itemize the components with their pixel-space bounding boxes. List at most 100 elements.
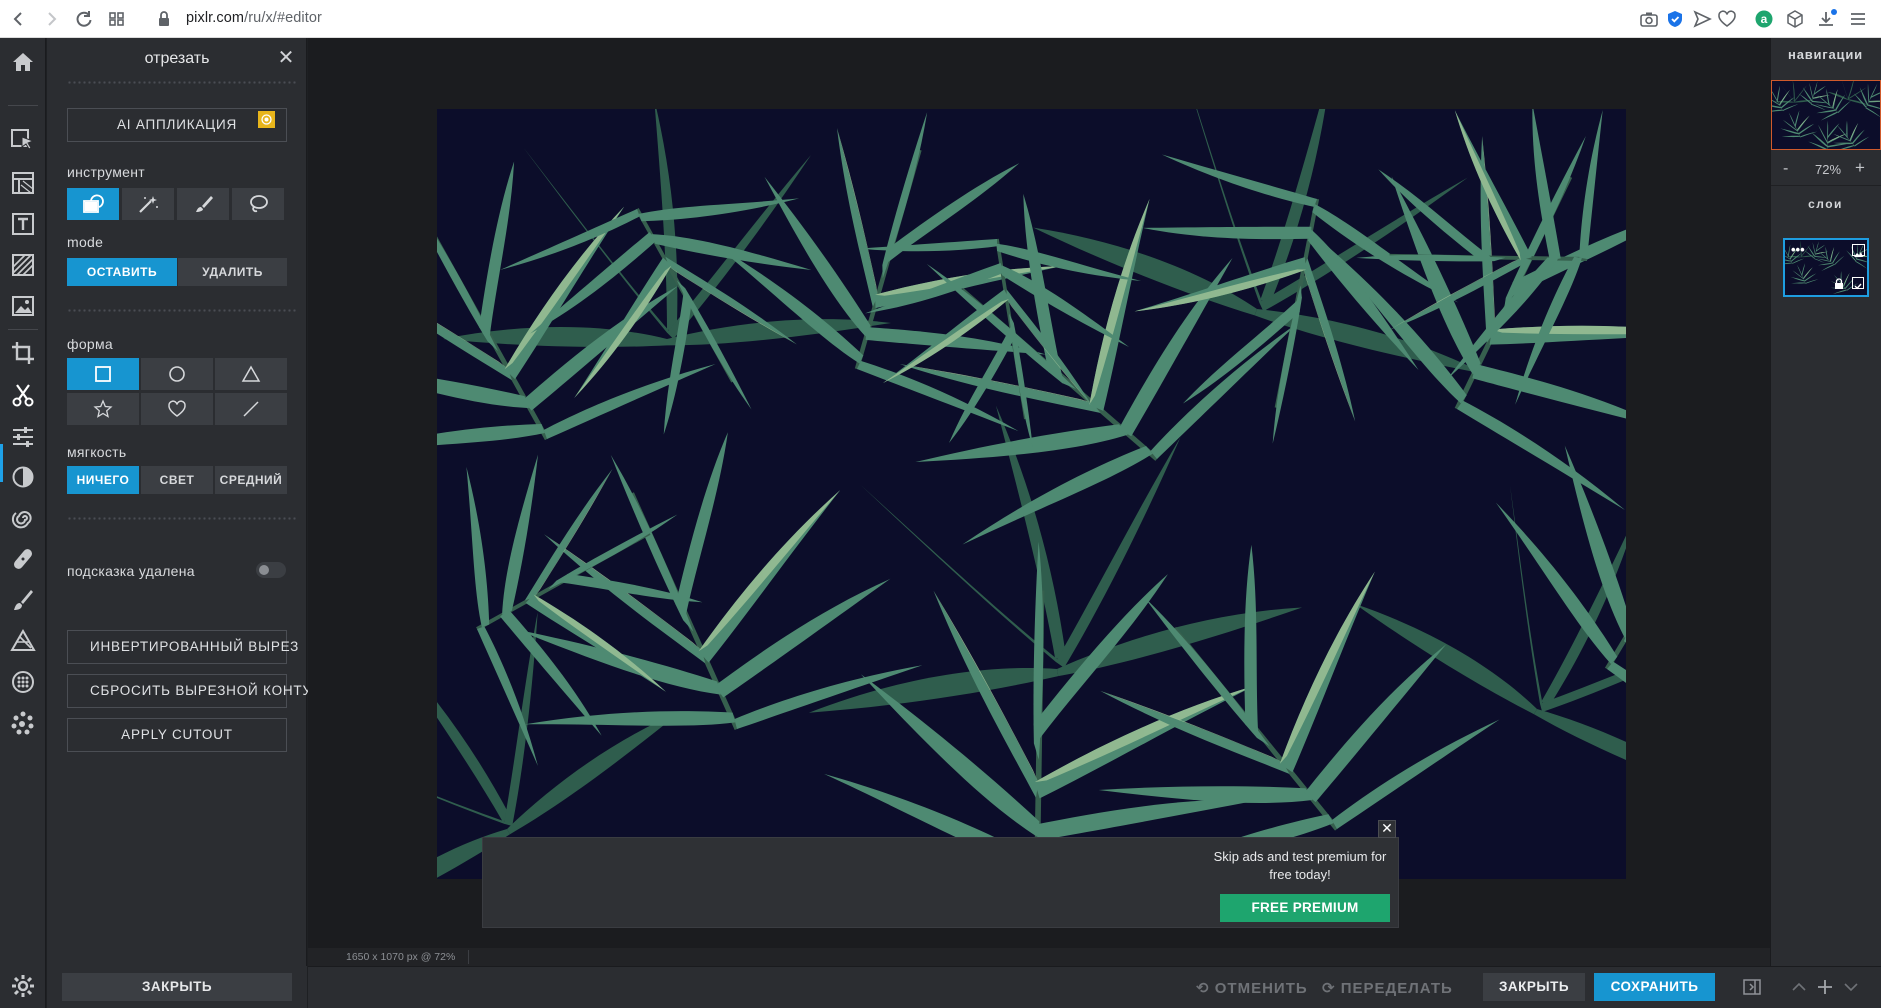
tab-grid-icon[interactable] (106, 8, 128, 30)
mode-label: mode (67, 234, 104, 250)
shape-circle[interactable] (141, 358, 213, 390)
address-bar[interactable]: pixlr.com/ru/x/#editor (186, 10, 322, 26)
shape-line[interactable] (215, 393, 287, 425)
hint-toggle[interactable] (256, 562, 286, 578)
magic-wand-icon (139, 196, 158, 213)
softness-light[interactable]: СВЕТ (141, 466, 213, 494)
svg-text:a: a (1761, 12, 1768, 26)
chevron-down-icon[interactable] (1841, 977, 1861, 997)
apply-cutout-button[interactable]: APPLY CUTOUT (67, 718, 287, 752)
softness-none[interactable]: НИЧЕГО (67, 466, 139, 494)
navigator-thumbnail[interactable] (1771, 80, 1881, 150)
premium-badge-icon (258, 111, 275, 128)
tool-magic-wand[interactable] (122, 188, 174, 220)
ad-close-icon[interactable]: ✕ (1378, 820, 1396, 838)
softness-label: мягкость (67, 444, 127, 460)
toggle-knob (259, 565, 269, 575)
url-host: pixlr.com (186, 10, 245, 26)
tool-label: инструмент (67, 164, 145, 180)
status-line (308, 948, 1770, 966)
arrange-icon[interactable] (9, 126, 37, 154)
camera-icon[interactable] (1638, 8, 1660, 30)
shape-label: форма (67, 336, 114, 352)
panel-title: отрезать (144, 50, 210, 67)
brush-icon (196, 196, 213, 212)
square-icon (95, 366, 111, 382)
tool-lasso[interactable] (232, 188, 284, 220)
mode-delete[interactable]: УДАЛИТЬ (178, 258, 287, 286)
cutout-shape-icon (83, 194, 104, 213)
heal-icon[interactable] (9, 545, 37, 573)
mode-keep[interactable]: ОСТАВИТЬ (67, 258, 177, 286)
chevron-up-icon[interactable] (1789, 977, 1809, 997)
save-button[interactable]: СОХРАНИТЬ (1594, 973, 1715, 1001)
browser-toolbar: pixlr.com/ru/x/#editor a (0, 0, 1881, 38)
toolbar-divider (8, 105, 38, 106)
cube-icon[interactable] (1784, 8, 1806, 30)
menu-icon[interactable] (1847, 8, 1869, 30)
image-icon[interactable] (9, 292, 37, 320)
panel-close-button[interactable]: ЗАКРЫТЬ (62, 973, 292, 1001)
canvas-image[interactable] (437, 109, 1626, 879)
undo-button[interactable]: ⟲ ОТМЕНИТЬ (1196, 979, 1308, 997)
cutout-panel: отрезать ✕ AI АППЛИКАЦИЯ инструмент mode… (47, 38, 321, 1008)
back-icon[interactable] (8, 8, 30, 30)
layout-icon[interactable] (9, 169, 37, 197)
download-icon[interactable] (1815, 8, 1837, 30)
status-divider (468, 950, 469, 964)
redo-icon: ⟳ (1322, 980, 1341, 997)
send-icon[interactable] (1691, 8, 1713, 30)
fill-pattern-icon[interactable] (9, 251, 37, 279)
active-tool-indicator (0, 444, 3, 482)
layer-options-icon[interactable]: ••• (1791, 242, 1805, 257)
close-icon[interactable]: ✕ (276, 48, 296, 68)
shape-star[interactable] (67, 393, 139, 425)
reload-icon[interactable] (73, 8, 95, 30)
zoom-in-button[interactable]: + (1855, 158, 1865, 178)
toggle-panel-icon[interactable] (1742, 977, 1762, 997)
shape-heart[interactable] (141, 393, 213, 425)
draw-shape-icon[interactable] (9, 627, 37, 655)
extension-a-icon[interactable]: a (1753, 8, 1775, 30)
layer-lock-icon[interactable] (1833, 277, 1845, 289)
forward-icon[interactable] (40, 8, 62, 30)
heart-icon[interactable] (1716, 8, 1738, 30)
softness-medium[interactable]: СРЕДНИЙ (215, 466, 287, 494)
layer-visibility-checkbox[interactable] (1852, 277, 1864, 290)
settings-icon[interactable] (9, 972, 37, 1000)
liquify-icon[interactable] (9, 504, 37, 532)
reset-cutout-button[interactable]: СБРОСИТЬ ВЫРЕЗНОЙ КОНТУР (67, 674, 321, 708)
add-layer-icon[interactable] (1815, 977, 1835, 997)
cutout-icon[interactable] (9, 381, 37, 409)
effects-icon[interactable] (9, 709, 37, 737)
layer-item[interactable]: ••• (1783, 238, 1869, 297)
invert-cutout-button[interactable]: ИНВЕРТИРОВАННЫЙ ВЫРЕЗ (67, 630, 298, 664)
tool-brush[interactable] (177, 188, 229, 220)
shield-check-icon[interactable] (1664, 8, 1686, 30)
tool-cutout-shape[interactable] (67, 188, 119, 220)
url-path: /ru/x/#editor (244, 10, 322, 26)
ai-cutout-button[interactable]: AI АППЛИКАЦИЯ (67, 108, 287, 142)
brush-icon[interactable] (9, 586, 37, 614)
text-icon[interactable] (9, 210, 37, 238)
home-icon[interactable] (9, 48, 37, 76)
crop-icon[interactable] (9, 339, 37, 367)
pattern-icon[interactable] (9, 668, 37, 696)
redo-button[interactable]: ⟳ ПЕРЕДЕЛАТЬ (1322, 979, 1453, 997)
panel-divider (67, 516, 297, 522)
adjust-icon[interactable] (9, 422, 37, 450)
lock-icon[interactable] (153, 8, 175, 30)
redo-label: ПЕРЕДЕЛАТЬ (1340, 980, 1453, 997)
heart-icon (168, 400, 186, 417)
navigator-title: навигации (1788, 47, 1863, 62)
zoom-out-button[interactable]: - (1783, 160, 1788, 178)
layer-image-icon (1852, 244, 1865, 257)
toolbar-divider (8, 329, 38, 330)
shape-triangle[interactable] (215, 358, 287, 390)
filter-icon[interactable] (9, 463, 37, 491)
ai-cutout-label: AI АППЛИКАЦИЯ (116, 117, 238, 132)
circle-icon (169, 366, 185, 382)
shape-square[interactable] (67, 358, 139, 390)
free-premium-button[interactable]: FREE PREMIUM (1220, 894, 1390, 922)
close-button[interactable]: ЗАКРЫТЬ (1483, 973, 1585, 1001)
